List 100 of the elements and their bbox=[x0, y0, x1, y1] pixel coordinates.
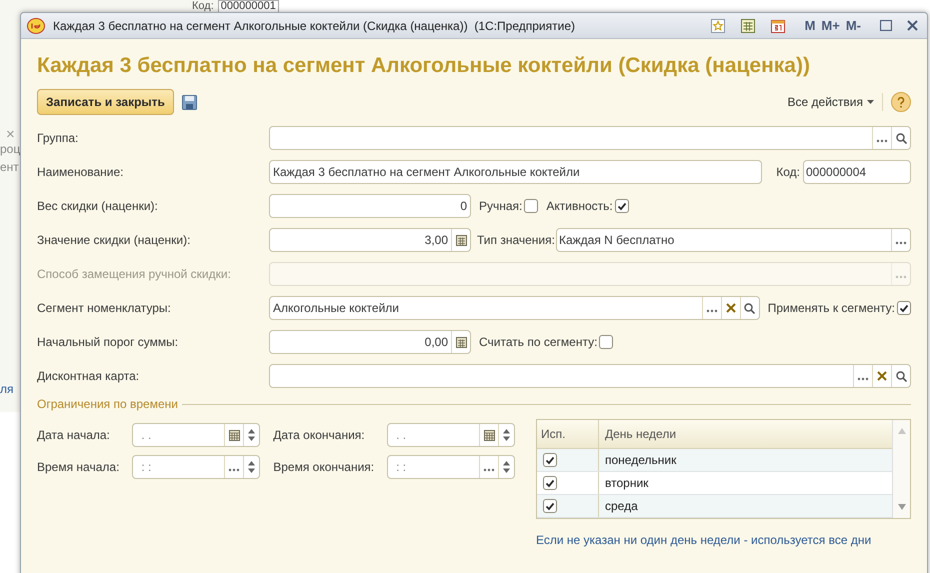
input-field[interactable]: 0,00 bbox=[269, 330, 471, 354]
close-icon bbox=[906, 20, 918, 31]
up-down-arrows-icon bbox=[503, 461, 510, 473]
field-label: Код: bbox=[776, 164, 800, 181]
ellipsis-icon bbox=[228, 468, 240, 472]
memory-button[interactable]: M bbox=[804, 16, 816, 36]
field-value: Алкогольные коктейли bbox=[272, 300, 400, 317]
input-field[interactable] bbox=[269, 126, 911, 150]
date-time-control[interactable]: : : bbox=[387, 455, 516, 479]
date-time-control[interactable]: : : bbox=[132, 455, 260, 479]
checkmark-icon bbox=[616, 202, 627, 210]
code-field: 000000001 bbox=[218, 0, 279, 13]
field-label: Тип значения: bbox=[477, 232, 555, 249]
calculator-button[interactable] bbox=[451, 331, 470, 353]
field-label: Способ замещения ручной скидки: bbox=[37, 266, 232, 283]
checkbox-label: Применять к сегменту: bbox=[768, 300, 895, 317]
input-field[interactable]: : : bbox=[133, 458, 224, 476]
input-field[interactable]: . . bbox=[133, 426, 224, 444]
input-field[interactable]: 0 bbox=[269, 194, 471, 218]
checkbox[interactable] bbox=[897, 301, 911, 315]
checkbox[interactable] bbox=[543, 453, 557, 467]
app-logo-icon bbox=[27, 18, 45, 34]
search-icon bbox=[744, 302, 756, 314]
field-label: Группа: bbox=[37, 130, 80, 147]
search-button[interactable] bbox=[891, 127, 910, 149]
memory-button[interactable]: M+ bbox=[821, 16, 840, 36]
checkbox-label: Активность: bbox=[546, 198, 613, 215]
field-label: Время начала: bbox=[37, 459, 120, 476]
checkbox[interactable] bbox=[614, 199, 629, 213]
checkbox[interactable] bbox=[524, 199, 538, 213]
save-button[interactable] bbox=[182, 94, 198, 110]
calendar-icon bbox=[484, 430, 495, 440]
ellipsis-icon bbox=[483, 468, 496, 472]
table-cell-text: понедельник bbox=[604, 452, 678, 469]
caret-icon bbox=[867, 100, 874, 104]
checkbox[interactable] bbox=[543, 476, 557, 490]
save-and-close-button[interactable]: Записать и закрыть bbox=[37, 89, 174, 115]
memory-button[interactable]: M- bbox=[846, 16, 861, 36]
hint-text: Если не указан ни один день недели - используется все дни bbox=[536, 532, 872, 549]
checkbox-label: Считать по сегменту: bbox=[479, 334, 598, 351]
date-time-control[interactable]: . . bbox=[132, 423, 260, 447]
field-value: 0,00 bbox=[424, 334, 449, 351]
field-value: Каждая 3 бесплатно на сегмент Алкогольные коктейли bbox=[272, 164, 581, 181]
ellipsis-icon bbox=[895, 241, 907, 245]
ellipsis-icon bbox=[706, 309, 718, 313]
table-cell-text: среда bbox=[604, 498, 639, 515]
input-field[interactable]: Каждая 3 бесплатно на сегмент Алкогольные коктейли bbox=[269, 160, 762, 184]
field-label: Время окончания: bbox=[273, 459, 376, 476]
field-label: Дисконтная карта: bbox=[37, 368, 140, 385]
input-field[interactable] bbox=[269, 364, 911, 388]
window-icon bbox=[880, 20, 892, 31]
ellipsis-icon bbox=[895, 275, 907, 279]
question-mark-icon bbox=[897, 96, 905, 108]
code-field[interactable]: 000000004 bbox=[803, 160, 911, 184]
up-down-arrows-icon bbox=[248, 429, 256, 441]
field-value: 3,00 bbox=[424, 232, 449, 249]
link-fragment[interactable]: ля bbox=[0, 380, 14, 398]
help-button[interactable] bbox=[891, 92, 911, 112]
calculator-icon bbox=[456, 234, 466, 246]
star-icon bbox=[710, 18, 725, 32]
search-button[interactable] bbox=[891, 365, 910, 387]
calculator-icon bbox=[456, 336, 466, 348]
up-down-arrows-icon bbox=[503, 429, 510, 441]
scroll-down-icon bbox=[898, 504, 906, 510]
scroll-up-icon bbox=[898, 428, 906, 434]
ellipsis-icon bbox=[876, 139, 888, 143]
scrollbar[interactable] bbox=[892, 420, 910, 518]
calendar-icon bbox=[228, 430, 240, 440]
field-label: Дата начала: bbox=[37, 427, 111, 444]
column-header[interactable]: День недели bbox=[599, 420, 892, 448]
field-label: Значение скидки (наценки): bbox=[37, 232, 192, 249]
form-heading: Каждая 3 бесплатно на сегмент Алкогольные коктейли (Скидка (наценка)) bbox=[37, 53, 811, 79]
field-label: Сегмент номенклатуры: bbox=[37, 300, 172, 317]
checkbox[interactable] bbox=[599, 335, 614, 349]
checkbox[interactable] bbox=[543, 499, 557, 513]
calendar-icon bbox=[770, 18, 785, 33]
checkbox-label: Ручная: bbox=[479, 198, 522, 215]
search-icon bbox=[896, 370, 906, 382]
column-header[interactable]: Исп. bbox=[537, 420, 599, 448]
all-actions-label: Все действия bbox=[788, 94, 863, 111]
field-label: Вес скидки (наценки): bbox=[37, 198, 159, 215]
checkmark-icon bbox=[899, 304, 909, 312]
code-label: Код: bbox=[192, 1, 214, 12]
select-field[interactable]: Каждая N бесплатно bbox=[556, 228, 911, 252]
input-field[interactable]: : : bbox=[388, 458, 480, 476]
input-field[interactable]: . . bbox=[388, 426, 480, 444]
window-title: Каждая 3 бесплатно на сегмент Алкогольные коктейли (Скидка (наценка)) (1С:Предприятие) bbox=[53, 18, 576, 34]
input-field[interactable]: Алкогольные коктейли bbox=[269, 296, 760, 320]
input-field[interactable]: 3,00 bbox=[269, 228, 471, 252]
all-actions-button[interactable]: Все действия bbox=[788, 93, 883, 111]
field-label: Наименование: bbox=[37, 164, 125, 181]
up-down-arrows-icon bbox=[248, 461, 256, 473]
clear-icon bbox=[877, 371, 887, 381]
field-label: Начальный порог суммы: bbox=[37, 334, 180, 351]
date-time-control[interactable]: . . bbox=[387, 423, 516, 447]
calculator-icon bbox=[740, 18, 755, 32]
search-icon bbox=[896, 132, 906, 144]
calculator-button[interactable] bbox=[451, 229, 470, 251]
clear-icon bbox=[726, 303, 736, 313]
group-legend: Ограничения по времени bbox=[37, 395, 178, 413]
